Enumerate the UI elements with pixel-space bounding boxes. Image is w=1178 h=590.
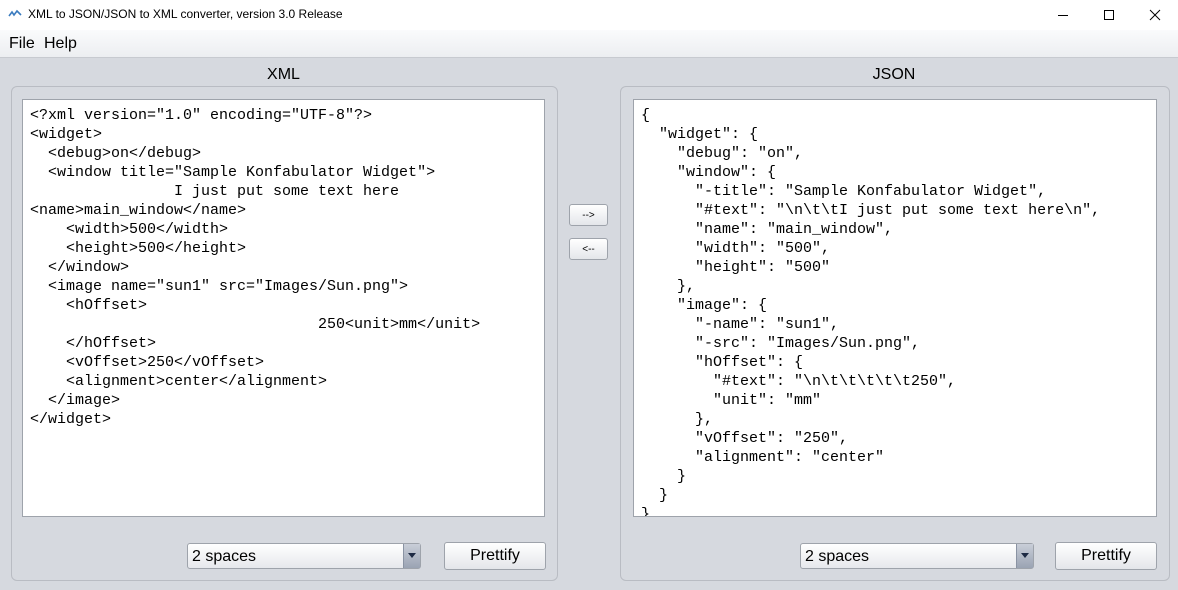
- maximize-icon: [1104, 10, 1114, 20]
- close-button[interactable]: [1132, 0, 1178, 30]
- chevron-down-icon: [403, 544, 420, 568]
- window-title: XML to JSON/JSON to XML converter, versi…: [28, 7, 343, 21]
- title-bar: XML to JSON/JSON to XML converter, versi…: [0, 0, 1178, 30]
- menu-bar: File Help: [0, 30, 1178, 58]
- chevron-down-icon: [1016, 544, 1033, 568]
- json-panel: { "widget": { "debug": "on", "window": {…: [620, 86, 1170, 581]
- json-editor[interactable]: { "widget": { "debug": "on", "window": {…: [633, 99, 1157, 517]
- convert-to-xml-button[interactable]: <--: [569, 238, 608, 260]
- xml-editor[interactable]: <?xml version="1.0" encoding="UTF-8"?> <…: [22, 99, 545, 517]
- json-indent-value: 2 spaces: [805, 548, 870, 565]
- xml-panel: <?xml version="1.0" encoding="UTF-8"?> <…: [11, 86, 558, 581]
- xml-prettify-button[interactable]: Prettify: [444, 542, 546, 570]
- xml-indent-select[interactable]: 2 spaces: [187, 543, 421, 569]
- json-panel-label: JSON: [872, 66, 916, 83]
- minimize-icon: [1058, 15, 1068, 16]
- minimize-button[interactable]: [1040, 0, 1086, 30]
- json-indent-select[interactable]: 2 spaces: [800, 543, 1034, 569]
- json-prettify-button[interactable]: Prettify: [1055, 542, 1157, 570]
- menu-help[interactable]: Help: [44, 35, 77, 53]
- close-icon: [1149, 9, 1161, 21]
- maximize-button[interactable]: [1086, 0, 1132, 30]
- convert-to-json-button[interactable]: -->: [569, 204, 608, 226]
- xml-panel-label: XML: [267, 66, 300, 83]
- menu-file[interactable]: File: [9, 35, 35, 53]
- xml-indent-value: 2 spaces: [192, 548, 257, 565]
- app-icon: [8, 9, 22, 17]
